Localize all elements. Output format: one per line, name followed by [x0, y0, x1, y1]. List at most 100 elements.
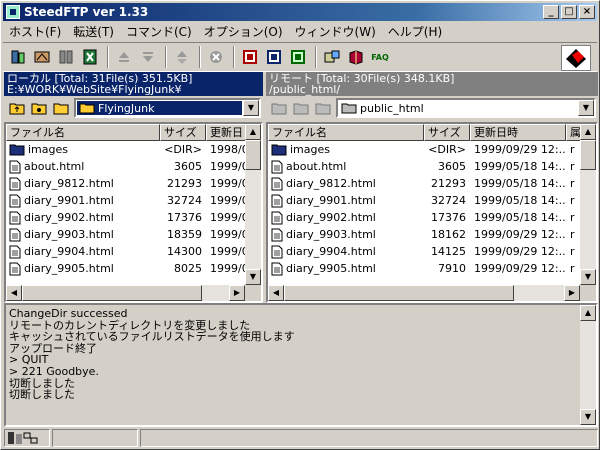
- scroll-thumb[interactable]: [245, 140, 261, 170]
- file-size: 17376: [167, 211, 202, 224]
- log-panel[interactable]: ChangeDir successed リモートのカレントディレクトリを変更しまし…: [4, 303, 598, 427]
- scroll-right-icon[interactable]: ▶: [229, 285, 245, 301]
- file-row[interactable]: diary_9904.html 14125 1999/09/29 12:... r: [268, 243, 596, 260]
- local-file-list[interactable]: ファイル名 サイズ 更新日 images <DIR> 1998/0 about.htm…: [4, 122, 263, 303]
- disconnect-button[interactable]: [55, 46, 77, 68]
- connect-button[interactable]: [7, 46, 29, 68]
- file-name: diary_9905.html: [286, 262, 376, 275]
- app-icon[interactable]: [6, 5, 20, 19]
- quick-connect-button[interactable]: [31, 46, 53, 68]
- scroll-down-icon[interactable]: ▼: [580, 269, 596, 285]
- remote-vscrollbar[interactable]: ▲ ▼: [580, 124, 596, 285]
- sync-button[interactable]: [171, 46, 193, 68]
- scroll-thumb[interactable]: [284, 285, 514, 301]
- file-row[interactable]: diary_9812.html 21293 1999/0: [6, 175, 261, 192]
- local-home-button[interactable]: [28, 98, 50, 118]
- scroll-up-icon[interactable]: ▲: [580, 305, 596, 321]
- file-row[interactable]: diary_9812.html 21293 1999/05/18 14:... r: [268, 175, 596, 192]
- close-button[interactable]: ×: [579, 5, 595, 19]
- file-size: <DIR>: [428, 143, 466, 156]
- file-name: about.html: [24, 160, 85, 173]
- split-view-button[interactable]: [287, 46, 309, 68]
- remote-home-button[interactable]: [290, 98, 312, 118]
- file-size: 18359: [167, 228, 202, 241]
- local-vscrollbar[interactable]: ▲ ▼: [245, 124, 261, 285]
- remote-view-button[interactable]: [263, 46, 285, 68]
- document-icon: [9, 177, 21, 190]
- col-name[interactable]: ファイル名: [6, 124, 160, 141]
- stop-button[interactable]: [205, 46, 227, 68]
- file-size: 32724: [431, 194, 466, 207]
- file-row[interactable]: diary_9904.html 14300 1999/0: [6, 243, 261, 260]
- local-up-button[interactable]: [6, 98, 28, 118]
- scroll-down-icon[interactable]: ▼: [580, 409, 596, 425]
- faq-button[interactable]: FAQ: [369, 46, 391, 68]
- scroll-down-icon[interactable]: ▼: [245, 269, 261, 285]
- col-date[interactable]: 更新日時: [470, 124, 566, 141]
- file-name: about.html: [286, 160, 347, 173]
- file-row[interactable]: diary_9901.html 32724 1999/0: [6, 192, 261, 209]
- menu-transfer[interactable]: 転送(T): [67, 23, 120, 40]
- file-row[interactable]: diary_9905.html 7910 1999/09/29 12:... r: [268, 260, 596, 277]
- local-path-box: ローカル [Total: 31File(s) 351.5KB] E:¥WORK¥…: [4, 72, 263, 96]
- title-bar[interactable]: SteedFTP ver 1.33 _ □ ×: [3, 3, 597, 21]
- document-icon: [271, 177, 283, 190]
- scroll-thumb[interactable]: [580, 140, 596, 170]
- col-date[interactable]: 更新日: [206, 124, 246, 141]
- scroll-left-icon[interactable]: ◀: [6, 285, 22, 301]
- upload-button[interactable]: [113, 46, 135, 68]
- menu-command[interactable]: コマンド(C): [120, 23, 198, 40]
- file-row[interactable]: diary_9901.html 32724 1999/05/18 14:... r: [268, 192, 596, 209]
- scroll-up-icon[interactable]: ▲: [580, 124, 596, 140]
- file-row[interactable]: diary_9902.html 17376 1999/0: [6, 209, 261, 226]
- file-name: diary_9904.html: [24, 245, 114, 258]
- menu-option[interactable]: オプション(O): [198, 23, 289, 40]
- file-row[interactable]: diary_9905.html 8025 1999/0: [6, 260, 261, 277]
- local-path: E:¥WORK¥WebSite¥FlyingJunk¥: [7, 83, 182, 96]
- file-row[interactable]: diary_9903.html 18359 1999/0: [6, 226, 261, 243]
- file-size: 32724: [167, 194, 202, 207]
- remote-hscrollbar[interactable]: ◀ ▶: [268, 285, 580, 301]
- local-view-button[interactable]: [239, 46, 261, 68]
- col-name[interactable]: ファイル名: [268, 124, 424, 141]
- chevron-down-icon[interactable]: ▼: [578, 100, 594, 116]
- menu-help[interactable]: ヘルプ(H): [382, 23, 448, 40]
- local-folder-combo[interactable]: FlyingJunk ▼: [74, 98, 261, 118]
- menu-window[interactable]: ウィンドウ(W): [289, 23, 382, 40]
- minimize-button[interactable]: _: [543, 5, 559, 19]
- document-icon: [271, 245, 283, 258]
- site-manager-button[interactable]: [321, 46, 343, 68]
- remote-up-button[interactable]: [268, 98, 290, 118]
- maximize-button[interactable]: □: [561, 5, 577, 19]
- remote-folder-combo[interactable]: public_html ▼: [336, 98, 596, 118]
- file-date: 1999/0: [210, 211, 246, 224]
- transfer-status-icon: [8, 432, 22, 444]
- scroll-left-icon[interactable]: ◀: [268, 285, 284, 301]
- file-date: 1999/09/29 12:...: [474, 262, 566, 275]
- remote-newfolder-button[interactable]: [312, 98, 334, 118]
- col-size[interactable]: サイズ: [160, 124, 206, 141]
- chevron-down-icon[interactable]: ▼: [243, 100, 259, 116]
- document-icon: [271, 211, 283, 224]
- file-row[interactable]: diary_9903.html 18162 1999/09/29 12:... r: [268, 226, 596, 243]
- file-size: 18162: [431, 228, 466, 241]
- download-button[interactable]: [137, 46, 159, 68]
- remote-path: /public_html/: [269, 83, 341, 96]
- file-row[interactable]: images <DIR> 1998/0: [6, 141, 261, 158]
- scroll-thumb[interactable]: [22, 285, 202, 301]
- file-row[interactable]: diary_9902.html 17376 1999/05/18 14:... r: [268, 209, 596, 226]
- scroll-up-icon[interactable]: ▲: [245, 124, 261, 140]
- file-row[interactable]: about.html 3605 1999/0: [6, 158, 261, 175]
- local-newfolder-button[interactable]: [50, 98, 72, 118]
- remote-file-list[interactable]: ファイル名 サイズ 更新日時 属 images <DIR> 1999/09/29 1…: [266, 122, 598, 303]
- menu-host[interactable]: ホスト(F): [3, 23, 67, 40]
- log-vscrollbar[interactable]: ▲ ▼: [580, 305, 596, 425]
- file-date: 1999/05/18 14:...: [474, 194, 566, 207]
- col-size[interactable]: サイズ: [424, 124, 470, 141]
- file-row[interactable]: images <DIR> 1999/09/29 12:... r: [268, 141, 596, 158]
- file-row[interactable]: about.html 3605 1999/05/18 14:... r: [268, 158, 596, 175]
- scroll-right-icon[interactable]: ▶: [564, 285, 580, 301]
- local-hscrollbar[interactable]: ◀ ▶: [6, 285, 245, 301]
- help-book-button[interactable]: [345, 46, 367, 68]
- excel-button[interactable]: [79, 46, 101, 68]
